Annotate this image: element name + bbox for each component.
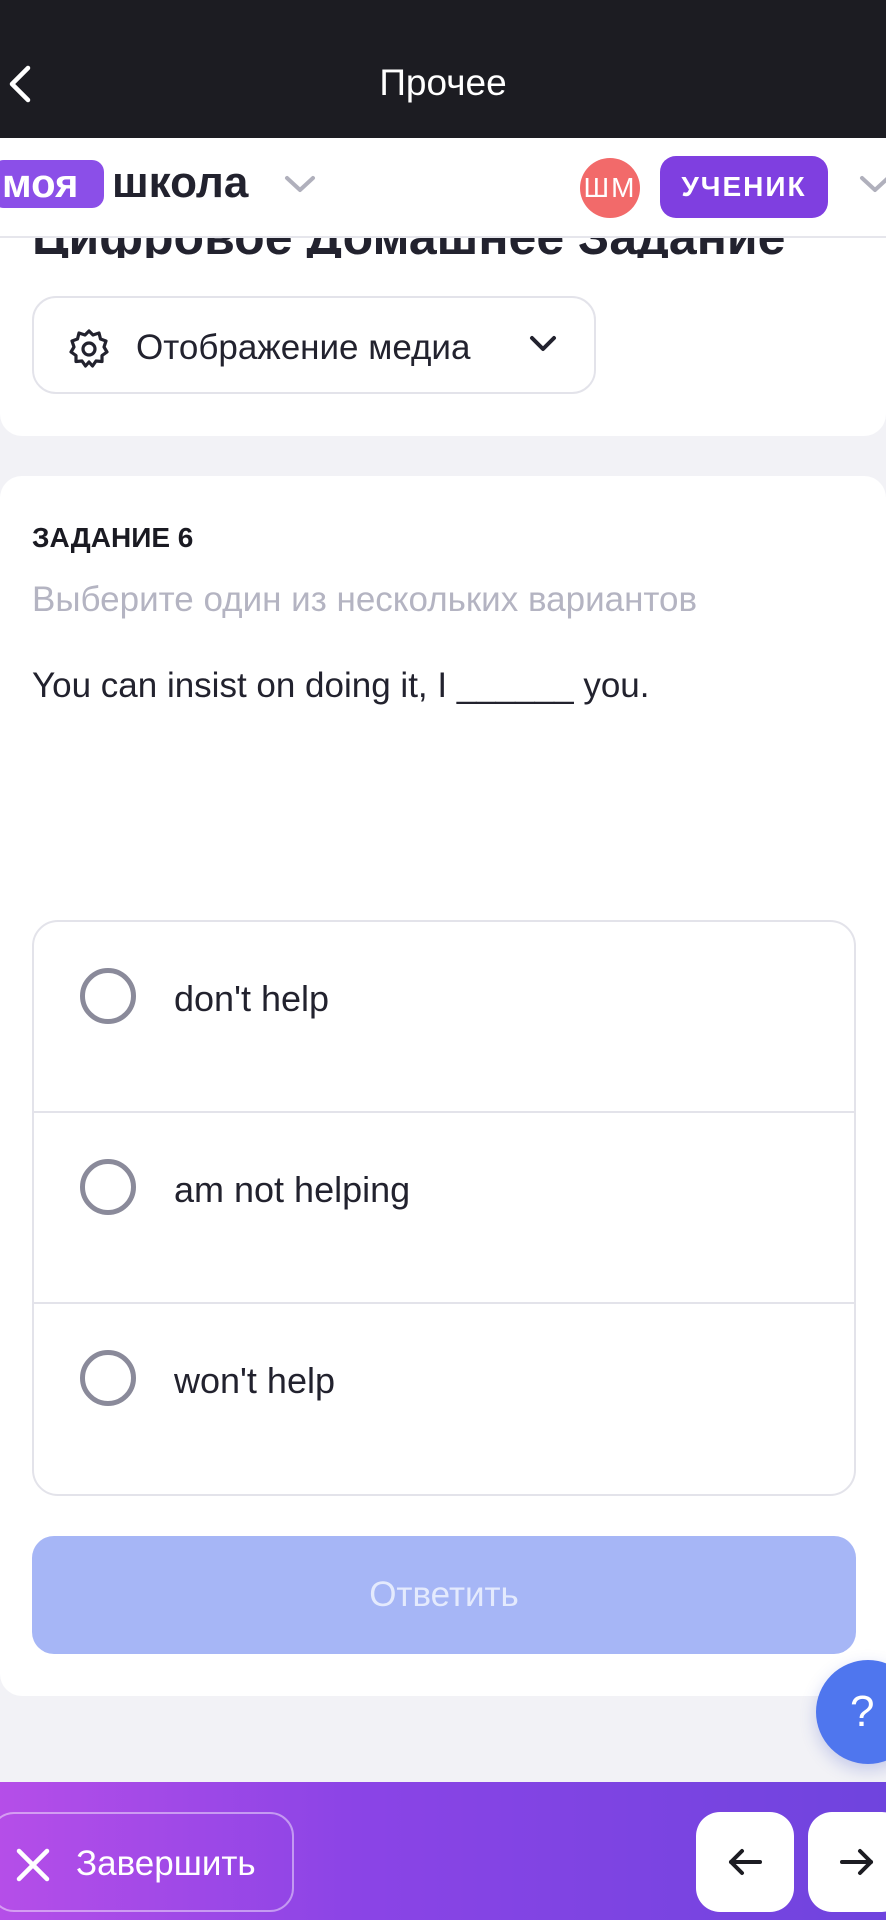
avatar[interactable]: ШМ (580, 158, 640, 218)
answer-option-label: won't help (174, 1360, 335, 1401)
submit-answer-button[interactable]: Ответить (32, 1536, 856, 1654)
bottom-bar: Завершить (0, 1782, 886, 1920)
role-badge[interactable]: УЧЕНИК (660, 156, 828, 218)
arrow-right-icon (840, 1849, 873, 1875)
logo-text[interactable]: школа (112, 158, 248, 208)
previous-task-button[interactable] (696, 1812, 794, 1912)
answer-option-label: am not helping (174, 1169, 411, 1210)
logo-pill[interactable]: моя (0, 160, 104, 208)
task-card: ЗАДАНИЕ 6 Выберите один из нескольких ва… (0, 476, 886, 1696)
chevron-down-icon (530, 336, 556, 351)
app-header: моя школа ШМ УЧЕНИК (0, 138, 886, 238)
answer-option[interactable]: won't help (34, 1304, 854, 1494)
close-icon (16, 1848, 50, 1882)
answer-option-label: don't help (174, 978, 330, 1019)
radio-button[interactable] (80, 1350, 136, 1406)
media-display-dropdown[interactable]: Отображение медиа (32, 296, 596, 394)
page-header-title: Прочее (379, 62, 507, 103)
arrow-left-icon (729, 1849, 762, 1875)
radio-button[interactable] (80, 968, 136, 1024)
assignment-card: Цифровое Домашнее Задание Отображение ме… (0, 216, 886, 436)
task-number: ЗАДАНИЕ 6 (32, 522, 194, 553)
chevron-down-icon[interactable] (283, 174, 317, 196)
media-display-label: Отображение медиа (136, 328, 471, 367)
chevron-down-icon[interactable] (858, 174, 886, 196)
answer-option[interactable]: am not helping (34, 1113, 854, 1304)
finish-button[interactable]: Завершить (0, 1812, 294, 1912)
answer-options: don't help am not helping won't help (32, 920, 856, 1496)
top-bar: Прочее (0, 0, 886, 138)
help-icon: ? (850, 1687, 875, 1736)
next-task-button[interactable] (808, 1812, 886, 1912)
gear-icon (69, 329, 109, 368)
radio-button[interactable] (80, 1159, 136, 1215)
task-hint: Выберите один из нескольких вариантов (32, 580, 698, 619)
answer-option[interactable]: don't help (34, 922, 854, 1113)
finish-label: Завершить (76, 1844, 256, 1883)
task-question: You can insist on doing it, I ______ you… (32, 666, 650, 705)
